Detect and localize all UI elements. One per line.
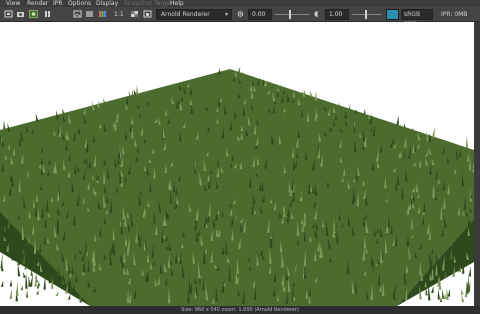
grass-blade [67, 294, 71, 300]
grass-blade [136, 85, 139, 95]
menu-ipr[interactable]: IPR [53, 0, 63, 7]
grass-blade [432, 126, 435, 138]
chevron-down-icon: ▾ [224, 11, 228, 18]
menu-snapshot-target: Snapshot Target [124, 0, 173, 7]
color-management-swatch[interactable] [386, 9, 399, 20]
grass-blade [35, 113, 39, 122]
grass-blade [431, 285, 434, 293]
grass-blade [442, 289, 445, 299]
grass-blade [9, 279, 13, 287]
grass-blade [363, 108, 366, 115]
color-space-field[interactable]: sRGB gam [401, 9, 433, 27]
grass-blade [36, 289, 39, 295]
gamma-field[interactable]: 1.00 [325, 9, 349, 20]
grass-blade [25, 271, 28, 289]
grass-blade [447, 288, 451, 297]
menu-bar: View Render IPR Options Display Snapshot… [0, 0, 480, 7]
gamma-slider-handle[interactable] [365, 10, 367, 19]
status-bar: Size: 960 x 540 zoom: 1.000 (Arnold Rend… [0, 306, 480, 314]
menu-render[interactable]: Render [27, 0, 48, 7]
render-toolbar: 1:1 Arnold Renderer ▾ 0.00 1.00 sRGB gam… [0, 7, 480, 27]
grass-blade [218, 67, 221, 75]
rgb-channels-icon[interactable] [98, 9, 107, 19]
menu-view[interactable]: View [6, 0, 20, 7]
ipr-memory-label: IPR: 0MB [441, 11, 468, 18]
menu-options[interactable]: Options [68, 0, 91, 7]
grass-blade [465, 136, 469, 148]
grass-blade [437, 288, 441, 300]
grass-blade [461, 294, 465, 303]
exposure-slider-handle[interactable] [289, 10, 291, 19]
render-viewport[interactable] [0, 22, 474, 306]
grass-blade [34, 272, 38, 287]
gamma-icon [313, 9, 322, 19]
status-text: Size: 960 x 540 zoom: 1.000 (Arnold Rend… [181, 307, 299, 313]
grass-blade [0, 280, 4, 287]
grass-blade [25, 290, 29, 298]
grass-blade [443, 293, 447, 299]
grass-blade [396, 115, 399, 125]
grass-blade [314, 90, 317, 101]
grass-blade [20, 285, 24, 291]
exposure-slider[interactable] [275, 14, 310, 15]
grass-blade [28, 275, 31, 287]
grass-blade [15, 280, 19, 297]
viewport-gutter [474, 22, 480, 306]
rendered-image [0, 66, 474, 306]
snapshot-icon[interactable] [16, 9, 25, 19]
exposure-field[interactable]: 0.00 [248, 9, 272, 20]
zoom-ratio[interactable]: 1:1 [114, 10, 124, 19]
pause-ipr-icon[interactable] [43, 9, 52, 19]
grass-blade [446, 287, 449, 300]
grass-blade [468, 266, 472, 277]
menu-display[interactable]: Display [96, 0, 118, 7]
renderer-label: Arnold Renderer [161, 11, 210, 18]
grass-blade [439, 296, 443, 302]
grass-blade [460, 288, 464, 295]
display-settings-icon[interactable] [143, 9, 152, 19]
keep-image-icon[interactable] [73, 9, 82, 19]
renderer-select[interactable]: Arnold Renderer ▾ [156, 9, 232, 20]
grass-blade [403, 123, 407, 129]
gamma-slider[interactable] [352, 14, 382, 15]
render-frame-icon[interactable] [4, 9, 13, 19]
gamma-value: 1.00 [329, 11, 343, 18]
grass-blade [55, 290, 59, 297]
ipr-render-icon[interactable] [29, 9, 38, 19]
exposure-value: 0.00 [252, 11, 266, 18]
exposure-icon [236, 9, 245, 19]
remove-image-icon[interactable] [85, 9, 94, 19]
grass-blade [9, 288, 12, 299]
grass-blade [23, 271, 26, 278]
menu-help[interactable]: Help [170, 0, 184, 7]
grass-blade [3, 120, 6, 130]
alpha-channel-icon[interactable] [130, 9, 139, 19]
grass-blade [130, 89, 134, 100]
